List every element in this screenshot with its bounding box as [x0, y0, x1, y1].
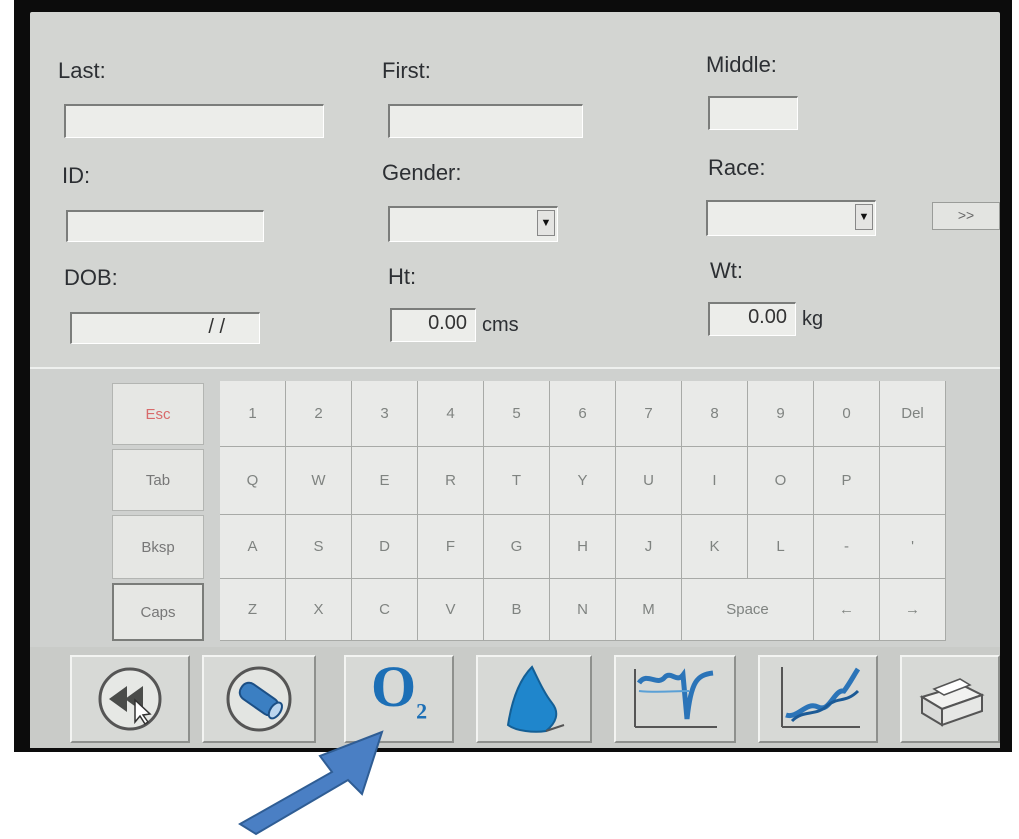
weight-label: Wt:: [710, 258, 743, 283]
next-page-button[interactable]: >>: [932, 202, 1000, 230]
key-8[interactable]: 8: [682, 381, 748, 447]
middle-name-field[interactable]: [708, 96, 798, 130]
key-h[interactable]: H: [550, 515, 616, 579]
tab-key[interactable]: Tab: [112, 449, 204, 511]
key-l[interactable]: L: [748, 515, 814, 579]
key-j[interactable]: J: [616, 515, 682, 579]
chevron-down-icon[interactable]: ▼: [537, 210, 555, 236]
key-n[interactable]: N: [550, 579, 616, 641]
weight-unit: kg: [802, 308, 824, 330]
key-a[interactable]: A: [220, 515, 286, 579]
key-o[interactable]: O: [748, 447, 814, 515]
last-name-label: Last:: [58, 58, 106, 83]
height-unit: cms: [482, 314, 519, 336]
height-field[interactable]: 0.00: [390, 308, 476, 342]
rewind-icon: [98, 667, 162, 731]
key-t[interactable]: T: [484, 447, 550, 515]
lung-icon: [506, 665, 565, 733]
weight-field[interactable]: 0.00: [708, 302, 796, 336]
printer-icon: [919, 678, 985, 727]
race-label: Race:: [708, 155, 766, 180]
key-0[interactable]: 0: [814, 381, 880, 447]
key-p[interactable]: P: [814, 447, 880, 515]
height-label: Ht:: [388, 264, 417, 289]
key-x[interactable]: X: [286, 579, 352, 641]
gender-select[interactable]: ▼: [388, 206, 558, 242]
key-symbol[interactable]: ': [880, 515, 946, 579]
race-select[interactable]: ▼: [706, 200, 876, 236]
key-y[interactable]: Y: [550, 447, 616, 515]
key-symbol[interactable]: ←: [814, 579, 880, 641]
chevron-down-icon[interactable]: ▼: [855, 204, 873, 230]
key-q[interactable]: Q: [220, 447, 286, 515]
key-s[interactable]: S: [286, 515, 352, 579]
key-b[interactable]: B: [484, 579, 550, 641]
id-field[interactable]: [66, 210, 264, 242]
id-label: ID:: [62, 163, 91, 188]
key-del[interactable]: Del: [880, 381, 946, 447]
print-button[interactable]: [900, 655, 1000, 743]
key-4[interactable]: 4: [418, 381, 484, 447]
gender-label: Gender:: [382, 160, 462, 185]
dob-label: DOB:: [64, 265, 118, 290]
middle-name-label: Middle:: [706, 52, 777, 77]
first-name-label: First:: [382, 58, 431, 83]
backspace-key[interactable]: Bksp: [112, 515, 204, 579]
key-7[interactable]: 7: [616, 381, 682, 447]
key-5[interactable]: 5: [484, 381, 550, 447]
caps-key[interactable]: Caps: [112, 583, 204, 641]
key-2[interactable]: 2: [286, 381, 352, 447]
key-r[interactable]: R: [418, 447, 484, 515]
patient-form-panel: Last: First: Middle: ID: Gender: ▼ Race:…: [30, 12, 1000, 748]
key-z[interactable]: Z: [220, 579, 286, 641]
last-name-field[interactable]: [64, 104, 324, 138]
first-name-field[interactable]: [388, 104, 583, 138]
esc-key[interactable]: Esc: [112, 383, 204, 445]
dob-field[interactable]: / /: [70, 312, 260, 344]
bottom-toolbar: O2: [30, 647, 1000, 748]
flow-volume-button[interactable]: [614, 655, 736, 743]
flow-curve-icon: [634, 668, 717, 728]
key-g[interactable]: G: [484, 515, 550, 579]
key-3[interactable]: 3: [352, 381, 418, 447]
device-screen: Last: First: Middle: ID: Gender: ▼ Race:…: [14, 0, 1012, 752]
key-c[interactable]: C: [352, 579, 418, 641]
key-e[interactable]: E: [352, 447, 418, 515]
lung-button[interactable]: [476, 655, 592, 743]
pointer-arrow: [238, 730, 384, 836]
key-d[interactable]: D: [352, 515, 418, 579]
key-symbol[interactable]: -: [814, 515, 880, 579]
graph-button[interactable]: [758, 655, 878, 743]
back-button[interactable]: [70, 655, 190, 743]
key-f[interactable]: F: [418, 515, 484, 579]
key-6[interactable]: 6: [550, 381, 616, 447]
on-screen-keyboard: Esc Tab Bksp Caps 1 2 3 4 5 6 7 8 9 0 Del Q W E R T Y U I O…: [30, 367, 1000, 649]
key-i[interactable]: I: [682, 447, 748, 515]
key-m[interactable]: M: [616, 579, 682, 641]
key-symbol[interactable]: →: [880, 579, 946, 641]
key-w[interactable]: W: [286, 447, 352, 515]
key-blank[interactable]: [880, 447, 946, 515]
key-u[interactable]: U: [616, 447, 682, 515]
key-1[interactable]: 1: [220, 381, 286, 447]
key-v[interactable]: V: [418, 579, 484, 641]
key-k[interactable]: K: [682, 515, 748, 579]
graph-icon: [781, 667, 861, 728]
key-space[interactable]: Space: [682, 579, 814, 641]
key-9[interactable]: 9: [748, 381, 814, 447]
